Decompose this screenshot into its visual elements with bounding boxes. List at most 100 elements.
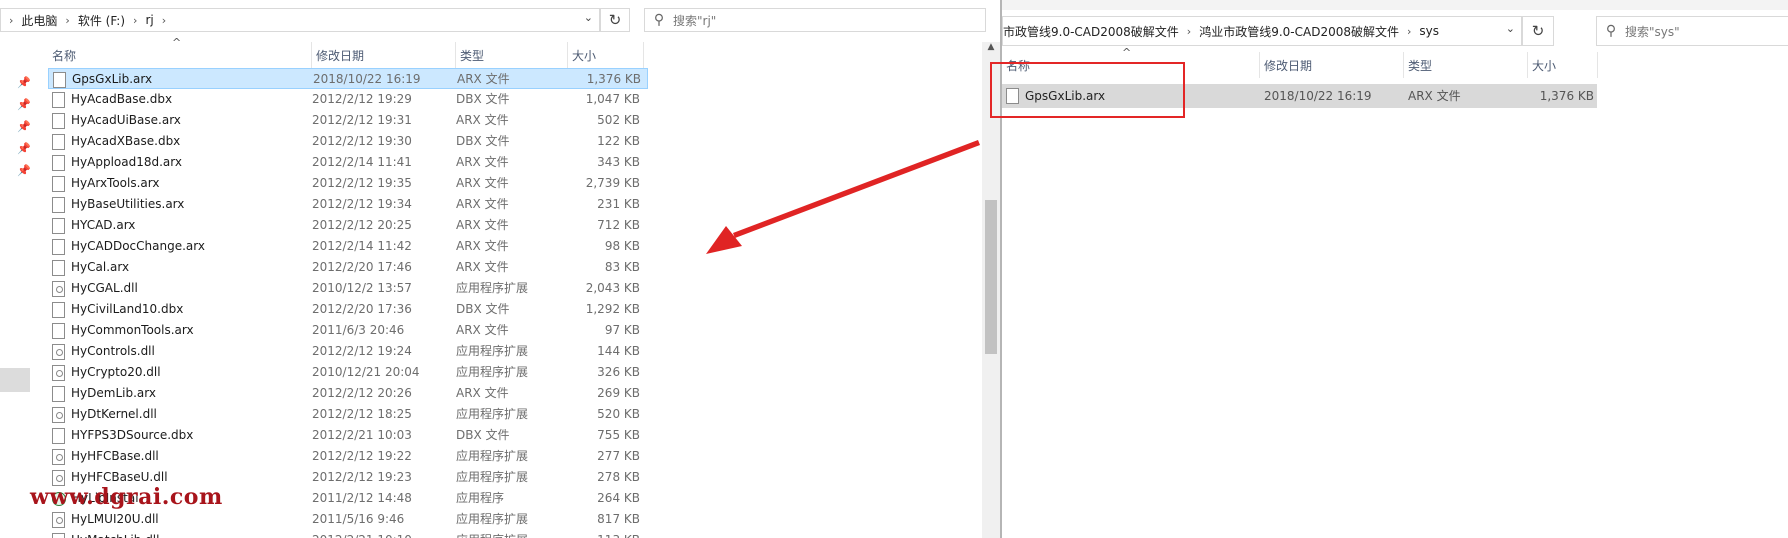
file-row[interactable]: HyCADDocChange.arx 2012/2/14 11:42 ARX 文… [48,236,648,257]
scrollbar-thumb[interactable] [985,200,997,354]
right-search-input[interactable]: ⚲ 搜索"sys" [1596,16,1788,46]
file-type: 应用程序扩展 [456,449,529,463]
file-date: 2011/5/16 9:46 [312,512,405,526]
pin-icon[interactable]: 📌 [17,98,31,111]
breadcrumb-this-pc[interactable]: 此电脑 [21,12,57,29]
file-date: 2012/2/20 17:46 [312,260,412,274]
left-address-bar[interactable]: › 此电脑 › 软件 (F:) › rj › ⌄ [0,8,600,32]
file-type: DBX 文件 [456,302,510,316]
file-row[interactable]: HYCAD.arx 2012/2/12 20:25 ARX 文件 712 KB [48,215,648,236]
file-type: 应用程序扩展 [456,407,529,421]
breadcrumb-parent-folder[interactable]: 市政管线9.0-CAD2008破解文件 [1003,23,1179,40]
file-date: 2018/10/22 16:19 [1264,89,1372,103]
column-header-type[interactable]: 类型 [1404,52,1528,78]
column-header-type[interactable]: 类型 [456,42,568,68]
file-row[interactable]: HyAppload18d.arx 2012/2/14 11:41 ARX 文件 … [48,152,648,173]
column-header-date[interactable]: 修改日期 [312,42,456,68]
file-row[interactable]: HyMatchLib.dll 2012/2/21 10:10 应用程序扩展 11… [48,530,648,538]
nav-pane-selected-item[interactable] [0,368,30,392]
file-type: ARX 文件 [456,323,509,337]
file-type: 应用程序扩展 [456,512,529,526]
file-row[interactable]: HyBaseUtilities.arx 2012/2/12 19:34 ARX … [48,194,648,215]
file-icon [52,112,65,129]
file-date: 2012/2/12 19:24 [312,344,412,358]
file-date: 2012/2/14 11:41 [312,155,412,169]
column-header-name[interactable]: 名称 ^ [48,36,312,68]
file-size: 83 KB [604,260,640,274]
dll-file-icon [52,280,65,297]
file-type: ARX 文件 [456,386,509,400]
breadcrumb-chevron-icon: › [9,13,14,27]
file-row[interactable]: HyArxTools.arx 2012/2/12 19:35 ARX 文件 2,… [48,173,648,194]
file-row[interactable]: HyLMUI20U.dll 2011/5/16 9:46 应用程序扩展 817 … [48,509,648,530]
file-size: 817 KB [597,512,640,526]
pin-icon[interactable]: 📌 [17,142,31,155]
breadcrumb-chevron-icon: › [1407,24,1412,38]
file-size: 502 KB [597,113,640,127]
dll-file-icon [52,532,65,538]
file-size: 712 KB [597,218,640,232]
pin-icon[interactable]: 📌 [17,76,31,89]
file-row[interactable]: GpsGxLib.arx 2018/10/22 16:19 ARX 文件 1,3… [48,68,648,89]
file-row[interactable]: HyAcadXBase.dbx 2012/2/12 19:30 DBX 文件 1… [48,131,648,152]
file-name: HyArxTools.arx [71,176,160,190]
file-row[interactable]: HyCrypto20.dll 2010/12/21 20:04 应用程序扩展 3… [48,362,648,383]
file-row[interactable]: HyAcadUiBase.arx 2012/2/12 19:31 ARX 文件 … [48,110,648,131]
column-header-size-label: 大小 [1532,58,1557,73]
right-address-bar[interactable]: 市政管线9.0-CAD2008破解文件 › 鸿业市政管线9.0-CAD2008破… [1002,16,1522,46]
file-size: 144 KB [597,344,640,358]
file-row[interactable]: HyAcadBase.dbx 2012/2/12 19:29 DBX 文件 1,… [48,89,648,110]
file-date: 2012/2/12 19:31 [312,113,412,127]
breadcrumb-chevron-icon: › [1186,24,1192,38]
file-size: 277 KB [597,449,640,463]
column-header-date[interactable]: 修改日期 [1260,52,1404,78]
address-history-chevron-down-icon[interactable]: ⌄ [584,11,593,24]
file-date: 2012/2/21 10:10 [312,530,442,538]
file-row[interactable]: HyCGAL.dll 2010/12/2 13:57 应用程序扩展 2,043 … [48,278,648,299]
dll-file-icon [52,364,65,381]
left-refresh-button[interactable]: ↻ [600,8,630,32]
file-size: 1,047 KB [585,92,640,106]
file-row[interactable]: HyCivilLand10.dbx 2012/2/20 17:36 DBX 文件… [48,299,648,320]
file-row[interactable]: HyHFCBase.dll 2012/2/12 19:22 应用程序扩展 277… [48,446,648,467]
file-name: HyDemLib.arx [71,386,156,400]
dll-file-icon [52,448,65,465]
search-icon: ⚲ [653,12,665,28]
right-refresh-button[interactable]: ↻ [1522,16,1554,46]
breadcrumb-hongye-folder[interactable]: 鸿业市政管线9.0-CAD2008破解文件 [1199,23,1399,40]
file-date: 2018/10/22 16:19 [313,72,421,86]
left-search-input[interactable]: ⚲ 搜索"rj" [644,8,986,32]
file-type: ARX 文件 [456,239,509,253]
file-name: HyCommonTools.arx [71,323,194,337]
breadcrumb-sys[interactable]: sys [1419,24,1439,38]
refresh-icon: ↻ [608,11,622,29]
file-size: 2,739 KB [585,176,640,190]
file-name: GpsGxLib.arx [72,72,153,86]
file-row[interactable]: HyCal.arx 2012/2/20 17:46 ARX 文件 83 KB [48,257,648,278]
file-date: 2012/2/21 10:03 [312,428,412,442]
scroll-up-arrow-icon[interactable]: ▲ [982,42,1000,58]
breadcrumb-drive-f[interactable]: 软件 (F:) [78,12,125,29]
column-header-type-label: 类型 [1408,58,1433,73]
file-size: 231 KB [597,197,640,211]
pin-icon[interactable]: 📌 [17,164,31,177]
file-row[interactable]: HyCommonTools.arx 2011/6/3 20:46 ARX 文件 … [48,320,648,341]
file-name: HyCADDocChange.arx [71,239,205,253]
file-row[interactable]: HYFPS3DSource.dbx 2012/2/21 10:03 DBX 文件… [48,425,648,446]
column-header-size[interactable]: 大小 [1528,52,1598,78]
breadcrumb-rj[interactable]: rj [145,13,153,27]
file-icon [52,133,65,150]
file-date: 2012/2/20 17:36 [312,302,412,316]
file-icon [52,238,65,255]
file-row[interactable]: HyDtKernel.dll 2012/2/12 18:25 应用程序扩展 52… [48,404,648,425]
column-header-name-label: 名称 [52,48,77,63]
file-row[interactable]: HyDemLib.arx 2012/2/12 20:26 ARX 文件 269 … [48,383,648,404]
file-name: HyHFCBase.dll [71,449,159,463]
file-row[interactable]: HyControls.dll 2012/2/12 19:24 应用程序扩展 14… [48,341,648,362]
file-name: HYCAD.arx [71,218,136,232]
pin-icon[interactable]: 📌 [17,120,31,133]
dll-file-icon [52,511,65,528]
address-history-chevron-down-icon[interactable]: ⌄ [1506,22,1515,35]
left-search-placeholder: 搜索"rj" [673,13,717,28]
column-header-size[interactable]: 大小 [568,42,644,68]
